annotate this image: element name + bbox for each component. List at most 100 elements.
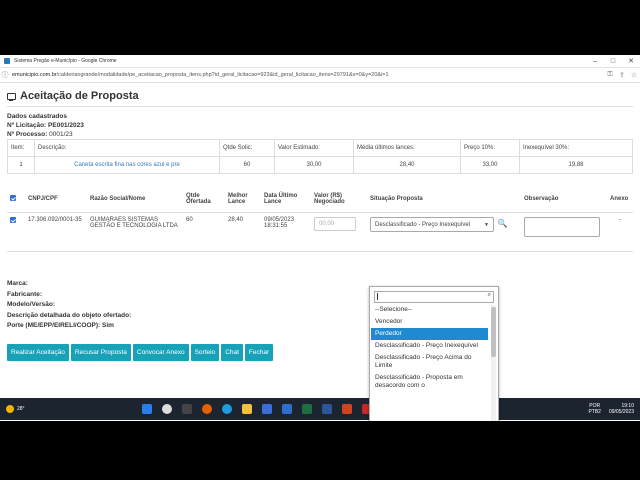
cell-preco10: 33,00 [460, 156, 520, 174]
header-anexo: Anexo [607, 186, 633, 213]
page-content: Aceitação de Proposta Dados cadastrados … [0, 82, 640, 421]
fechar-button[interactable]: Fechar [244, 344, 274, 361]
clock[interactable]: 19:10 09/05/2023 [609, 403, 634, 415]
dropdown-option[interactable]: Desclassificado - Preço Inexequível [371, 340, 488, 352]
windows-taskbar: 28° POR PTB2 19:10 09/05/2023 [0, 398, 640, 420]
fabricante-label: Fabricante: [7, 290, 43, 298]
chevron-down-icon: ▼ [484, 222, 489, 228]
header-inexequivel: Inexequível 30%: [519, 139, 633, 157]
url-domain: emunicipio.com.br [12, 72, 57, 78]
dropdown-option[interactable]: Vencedor [371, 316, 488, 328]
header-qtde: Qtde Solic: [219, 139, 275, 157]
excel-icon[interactable] [302, 404, 313, 414]
cell-item: 1 [7, 156, 35, 174]
system-tray: POR PTB2 19:10 09/05/2023 [588, 403, 640, 415]
licitacao-label: Nº Licitação: [7, 122, 47, 129]
dropdown-search-input[interactable]: ⌕ [374, 291, 494, 303]
search-icon[interactable] [162, 404, 173, 414]
valor-negociado-input[interactable]: 00,00 [314, 217, 356, 231]
title-bar: Sistema Pregão e-Município - Google Chro… [0, 55, 640, 68]
header-valor-estimado: Valor Estimado: [274, 139, 354, 157]
header-media: Média últimos lances: [353, 139, 461, 157]
star-icon[interactable]: ☆ [628, 71, 640, 79]
language-indicator[interactable]: POR PTB2 [588, 403, 601, 415]
cell-anexo: - [607, 212, 633, 252]
file-explorer-icon[interactable] [242, 404, 253, 414]
search-icon[interactable]: 🔍 [496, 217, 510, 231]
cell-melhor-lance: 28,40 [225, 212, 261, 252]
bids-table: CNPJ/CPF Razão Social/Nome Qtde Ofertada… [7, 186, 633, 252]
row-checkbox[interactable] [10, 217, 16, 223]
header-melhor-lance: Melhor Lance [225, 186, 261, 213]
item-description-link[interactable]: Caneta escrita fina nas cores azul e pre [74, 162, 180, 168]
dropdown-option[interactable]: --Selecione-- [371, 304, 488, 316]
dropdown-scrollbar[interactable] [491, 305, 496, 421]
processo-label: Nº Processo: [7, 131, 48, 138]
browser-window: Sistema Pregão e-Município - Google Chro… [0, 55, 640, 421]
realizar-aceitacao-button[interactable]: Realizar Aceitação [7, 344, 69, 361]
taskbar-apps [46, 404, 588, 414]
weather-widget[interactable]: 28° [0, 405, 46, 413]
header-situacao: Situação Proposta [367, 186, 521, 213]
word-icon[interactable] [322, 404, 333, 414]
cell-razao: GUIMARAES SISTEMAS GESTÃO E TECNOLOGIA L… [87, 212, 183, 252]
info-icon[interactable]: ⓘ [0, 70, 10, 80]
situacao-select[interactable]: Desclassificado - Preço Inexequível ▼ [370, 217, 494, 232]
offer-details: Marca: Fabricante: Modelo/Versão: Descri… [7, 279, 131, 332]
app-favicon-icon [4, 58, 10, 64]
select-all-checkbox[interactable] [10, 195, 16, 201]
dropdown-options: --Selecione-- Vencedor Perdedor Desclass… [371, 304, 488, 392]
header-preco10: Preço 10%: [460, 139, 520, 157]
dados-label: Dados cadastrados [7, 113, 67, 120]
firefox-icon[interactable] [202, 404, 213, 414]
header-razao: Razão Social/Nome [87, 186, 183, 213]
search-icon: ⌕ [487, 292, 491, 298]
close-icon[interactable]: ✕ [622, 57, 640, 65]
sorteio-button[interactable]: Sorteio [190, 344, 220, 361]
header-qtde-ofertada: Qtde Ofertada [183, 186, 225, 213]
header-data-lance: Data Último Lance [261, 186, 311, 213]
store-icon[interactable] [262, 404, 273, 414]
dropdown-option-highlighted[interactable]: Perdedor [371, 328, 488, 340]
page-title: Aceitação de Proposta [7, 90, 139, 102]
recusar-proposta-button[interactable]: Recusar Proposta [70, 344, 131, 361]
licitacao-value: PE001/2023 [48, 122, 84, 129]
cell-data-lance: 09/05/2023 18:31:55 [261, 212, 311, 252]
cell-valor-estimado: 30,00 [274, 156, 354, 174]
header-observacao: Observação [521, 186, 607, 213]
app-icon[interactable] [282, 404, 293, 414]
chat-button[interactable]: Chat [221, 344, 243, 361]
cell-media: 28,40 [353, 156, 461, 174]
task-view-icon[interactable] [182, 404, 193, 414]
share-icon[interactable]: ⇪ [616, 71, 628, 79]
observacao-textarea[interactable] [524, 217, 600, 237]
url-path: /caldeiraogrande/modalidade/pe_aceitacao… [56, 72, 389, 78]
porte-label: Porte (ME/EPP/EIRELI/COOP): Sim [7, 322, 114, 329]
windows-start-icon[interactable] [142, 404, 153, 414]
convocar-anexo-button[interactable]: Convocar Anexo [132, 344, 189, 361]
divider [7, 106, 633, 107]
table-row: 1 Caneta escrita fina nas cores azul e p… [7, 156, 633, 174]
descricao-label: Descrição detalhada do objeto ofertado: [7, 311, 132, 319]
table-row: 17.306.092/0001-35 GUIMARAES SISTEMAS GE… [7, 212, 633, 252]
header-descricao: Descrição: [34, 139, 220, 157]
key-icon[interactable]: ⚿ [604, 71, 616, 79]
maximize-icon[interactable]: □ [604, 58, 622, 65]
window-title: Sistema Pregão e-Município - Google Chro… [14, 58, 117, 64]
minimize-icon[interactable]: – [586, 58, 604, 65]
sun-icon [6, 405, 14, 413]
processo-value: 0001/23 [49, 131, 73, 138]
item-table-header: Item: Descrição: Qtde Solic: Valor Estim… [7, 139, 633, 157]
dropdown-option[interactable]: Desclassificado - Preço Acima do Limite [371, 352, 488, 372]
situacao-dropdown: ⌕ --Selecione-- Vencedor Perdedor Descla… [369, 286, 499, 421]
dropdown-option[interactable]: Desclassificado - Proposta em desacordo … [371, 372, 488, 392]
powerpoint-icon[interactable] [342, 404, 353, 414]
edge-icon[interactable] [222, 404, 233, 414]
header-item: Item: [7, 139, 35, 157]
cell-qtde-ofertada: 60 [183, 212, 225, 252]
action-buttons: Realizar Aceitação Recusar Proposta Conv… [7, 344, 275, 361]
cell-cnpj: 17.306.092/0001-35 [25, 212, 87, 252]
address-bar[interactable]: ⓘ emunicipio.com.br/caldeiraogrande/moda… [0, 68, 640, 83]
header-cnpj: CNPJ/CPF [25, 186, 87, 213]
cell-qtde: 60 [219, 156, 275, 174]
